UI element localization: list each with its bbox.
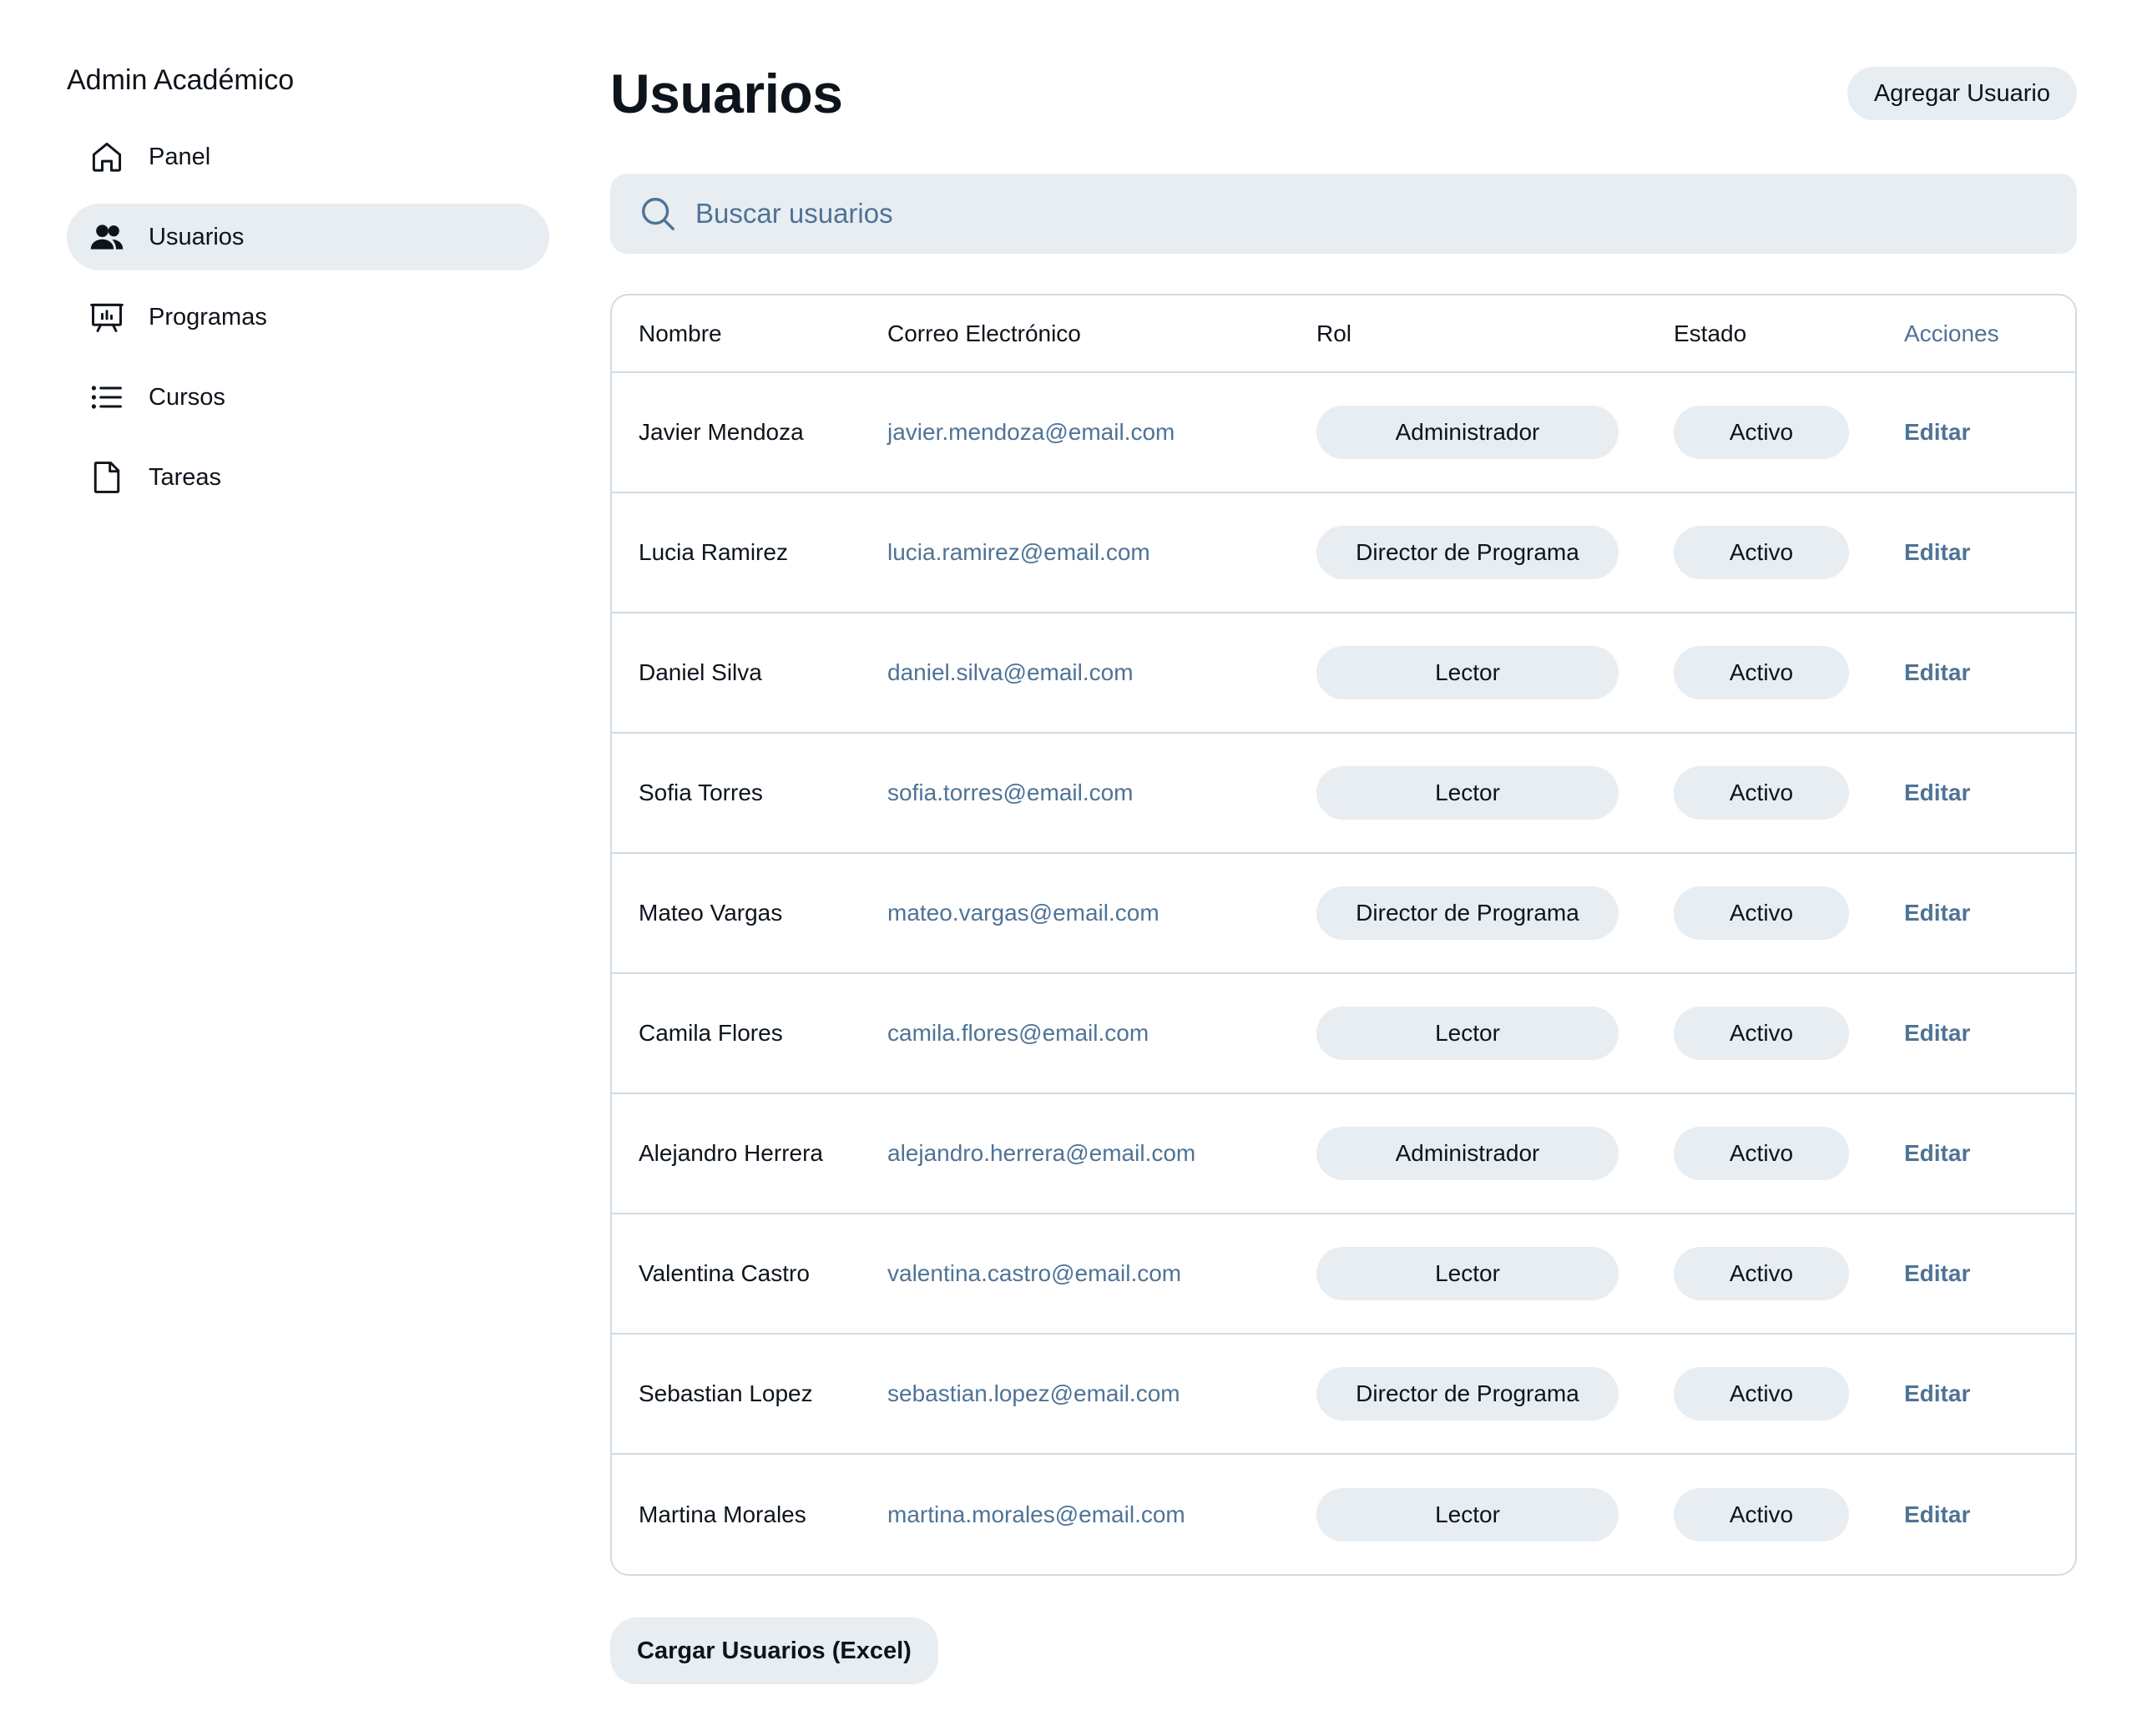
- sidebar-item-cursos[interactable]: Cursos: [67, 364, 549, 431]
- sidebar-item-label: Cursos: [149, 383, 225, 411]
- status-badge[interactable]: Activo: [1674, 1247, 1849, 1300]
- edit-link[interactable]: Editar: [1904, 900, 1970, 926]
- role-badge[interactable]: Lector: [1316, 1247, 1619, 1300]
- role-badge[interactable]: Director de Programa: [1316, 1367, 1619, 1421]
- status-badge[interactable]: Activo: [1674, 1127, 1849, 1180]
- edit-link[interactable]: Editar: [1904, 659, 1970, 685]
- role-badge[interactable]: Director de Programa: [1316, 886, 1619, 940]
- role-badge[interactable]: Director de Programa: [1316, 526, 1619, 579]
- table-row: Valentina Castro valentina.castro@email.…: [612, 1213, 2075, 1334]
- sidebar-item-programas[interactable]: Programas: [67, 284, 549, 351]
- users-icon: [88, 219, 125, 255]
- status-badge[interactable]: Activo: [1674, 1487, 1849, 1542]
- user-name: Valentina Castro: [612, 1213, 861, 1334]
- table-row: Martina Morales martina.morales@email.co…: [612, 1453, 2075, 1574]
- sidebar-item-tareas[interactable]: Tareas: [67, 444, 549, 511]
- table-row: Sebastian Lopez sebastian.lopez@email.co…: [612, 1333, 2075, 1454]
- table-row: Lucia Ramirez lucia.ramirez@email.com Di…: [612, 492, 2075, 613]
- user-email: sebastian.lopez@email.com: [861, 1333, 1290, 1454]
- search-input[interactable]: [695, 198, 2049, 230]
- sidebar-item-label: Programas: [149, 303, 267, 331]
- column-header-name: Nombre: [639, 320, 722, 346]
- user-email: lucia.ramirez@email.com: [861, 492, 1290, 613]
- list-icon: [88, 379, 125, 416]
- page-title: Usuarios: [610, 63, 843, 124]
- user-name: Mateo Vargas: [612, 852, 861, 973]
- table-row: Mateo Vargas mateo.vargas@email.com Dire…: [612, 852, 2075, 973]
- table-row: Camila Flores camila.flores@email.com Le…: [612, 972, 2075, 1093]
- main-content: Usuarios Agregar Usuario Nombr: [610, 58, 2077, 1684]
- table-row: Daniel Silva daniel.silva@email.com Lect…: [612, 612, 2075, 733]
- edit-link[interactable]: Editar: [1904, 780, 1970, 805]
- add-user-button[interactable]: Agregar Usuario: [1847, 67, 2077, 120]
- sidebar-item-label: Panel: [149, 143, 211, 170]
- user-name: Alejandro Herrera: [612, 1093, 861, 1214]
- role-badge[interactable]: Lector: [1316, 1487, 1619, 1542]
- edit-link[interactable]: Editar: [1904, 419, 1970, 445]
- search-bar[interactable]: [610, 174, 2077, 254]
- sidebar-item-label: Tareas: [149, 463, 222, 491]
- column-header-actions: Acciones: [1904, 320, 1999, 346]
- user-name: Lucia Ramirez: [612, 492, 861, 613]
- sidebar-item-usuarios[interactable]: Usuarios: [67, 204, 549, 270]
- status-badge[interactable]: Activo: [1674, 886, 1849, 940]
- user-name: Martina Morales: [612, 1453, 861, 1574]
- user-email: mateo.vargas@email.com: [861, 852, 1290, 973]
- column-header-status: Estado: [1674, 320, 1747, 346]
- page-header: Usuarios Agregar Usuario: [610, 58, 2077, 129]
- role-badge[interactable]: Lector: [1316, 1007, 1619, 1060]
- table-row: Alejandro Herrera alejandro.herrera@emai…: [612, 1093, 2075, 1214]
- user-email: valentina.castro@email.com: [861, 1213, 1290, 1334]
- user-name: Camila Flores: [612, 972, 861, 1093]
- edit-link[interactable]: Editar: [1904, 539, 1970, 565]
- user-email: daniel.silva@email.com: [861, 612, 1290, 733]
- user-name: Daniel Silva: [612, 612, 861, 733]
- presentation-icon: [88, 299, 125, 336]
- column-header-role: Rol: [1316, 320, 1352, 346]
- user-name: Sofia Torres: [612, 732, 861, 853]
- users-table: Nombre Correo Electrónico Rol Estado Acc…: [610, 294, 2077, 1576]
- table-row: Sofia Torres sofia.torres@email.com Lect…: [612, 732, 2075, 853]
- status-badge[interactable]: Activo: [1674, 406, 1849, 459]
- user-name: Javier Mendoza: [612, 371, 861, 492]
- edit-link[interactable]: Editar: [1904, 1140, 1970, 1166]
- edit-link[interactable]: Editar: [1904, 1380, 1970, 1406]
- status-badge[interactable]: Activo: [1674, 646, 1849, 699]
- table-header-row: Nombre Correo Electrónico Rol Estado Acc…: [612, 295, 2075, 372]
- sidebar: Admin Académico Panel Usuarios Programas…: [67, 60, 549, 524]
- role-badge[interactable]: Administrador: [1316, 406, 1619, 459]
- edit-link[interactable]: Editar: [1904, 1501, 1970, 1527]
- upload-users-excel-button[interactable]: Cargar Usuarios (Excel): [610, 1617, 938, 1684]
- role-badge[interactable]: Lector: [1316, 646, 1619, 699]
- edit-link[interactable]: Editar: [1904, 1260, 1970, 1286]
- home-icon: [88, 139, 125, 175]
- user-email: javier.mendoza@email.com: [861, 371, 1290, 492]
- table-row: Javier Mendoza javier.mendoza@email.com …: [612, 371, 2075, 492]
- role-badge[interactable]: Administrador: [1316, 1127, 1619, 1180]
- status-badge[interactable]: Activo: [1674, 526, 1849, 579]
- user-name: Sebastian Lopez: [612, 1333, 861, 1454]
- search-icon: [639, 194, 677, 233]
- status-badge[interactable]: Activo: [1674, 1367, 1849, 1421]
- edit-link[interactable]: Editar: [1904, 1020, 1970, 1046]
- app: Admin Académico Panel Usuarios Programas…: [0, 0, 2137, 1736]
- user-email: camila.flores@email.com: [861, 972, 1290, 1093]
- status-badge[interactable]: Activo: [1674, 766, 1849, 820]
- status-badge[interactable]: Activo: [1674, 1007, 1849, 1060]
- user-email: martina.morales@email.com: [861, 1453, 1290, 1574]
- file-icon: [88, 459, 125, 496]
- brand-title: Admin Académico: [67, 64, 295, 96]
- sidebar-item-panel[interactable]: Panel: [67, 124, 549, 190]
- user-email: alejandro.herrera@email.com: [861, 1093, 1290, 1214]
- user-email: sofia.torres@email.com: [861, 732, 1290, 853]
- column-header-email: Correo Electrónico: [887, 320, 1081, 346]
- sidebar-item-label: Usuarios: [149, 223, 245, 250]
- role-badge[interactable]: Lector: [1316, 766, 1619, 820]
